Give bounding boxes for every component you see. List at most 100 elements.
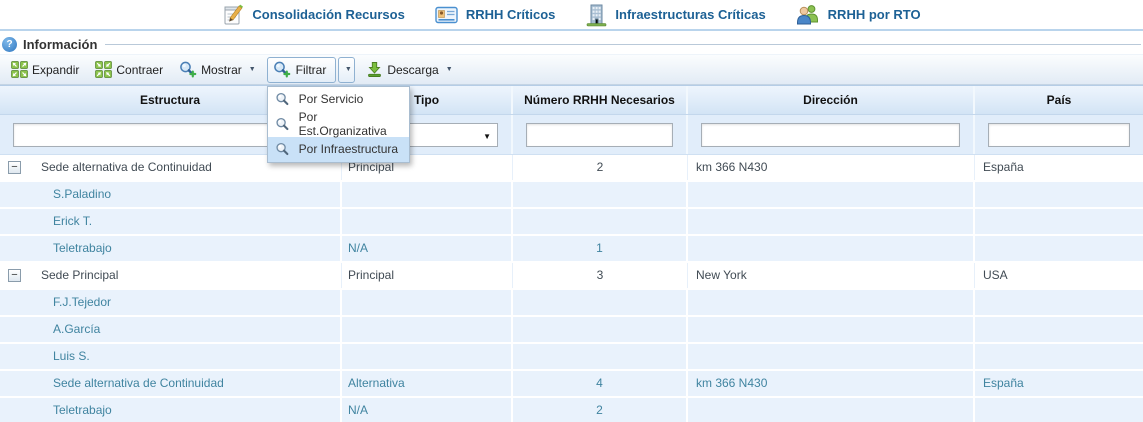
cell-direccion: New York (688, 263, 975, 288)
cell-pais (975, 398, 1143, 422)
magnifier-icon (275, 92, 290, 107)
select-arrow-icon: ▼ (483, 132, 491, 141)
column-header-pais[interactable]: País (975, 86, 1143, 114)
filter-dropdown-menu: Por Servicio Por Est.Organizativa (267, 86, 410, 163)
collapse-icon (95, 61, 112, 78)
download-button[interactable]: Descarga ▼ (361, 57, 457, 83)
table-row[interactable]: Teletrabajo N/A 2 (0, 398, 1143, 422)
id-card-icon (435, 5, 458, 25)
expand-label: Expandir (32, 63, 79, 77)
filter-input-pais[interactable] (988, 123, 1130, 147)
cell-estructura: F.J.Tejedor (53, 290, 111, 315)
help-icon[interactable]: ? (2, 37, 17, 52)
cell-estructura: Sede alternativa de Continuidad (41, 155, 212, 180)
nav-rrhh-por-rto[interactable]: RRHH por RTO (796, 4, 921, 25)
cell-estructura: S.Paladino (53, 182, 111, 207)
cell-direccion: km 366 N430 (688, 371, 975, 396)
show-button[interactable]: Mostrar ▼ (174, 57, 261, 83)
cell-tipo (342, 290, 513, 315)
cell-numero: 2 (513, 155, 688, 180)
collapse-button[interactable]: Contraer (90, 57, 168, 83)
cell-estructura: A.García (53, 317, 100, 342)
cell-tipo: N/A (342, 236, 513, 261)
grid-toolbar: Expandir Contraer (0, 54, 1143, 85)
table-row[interactable]: Luis S. (0, 344, 1143, 371)
filter-label: Filtrar (296, 63, 327, 77)
cell-direccion (688, 317, 975, 342)
cell-pais: USA (975, 263, 1143, 288)
cell-pais: España (975, 155, 1143, 180)
filter-input-direccion[interactable] (701, 123, 960, 147)
column-header-direccion[interactable]: Dirección (688, 86, 975, 114)
menu-item-label: Por Est.Organizativa (299, 110, 409, 138)
cell-estructura: Erick T. (53, 209, 92, 234)
filter-dropdown-arrow: ▼ (345, 66, 352, 73)
cell-direccion (688, 344, 975, 369)
cell-pais (975, 182, 1143, 207)
data-grid: Estructura Tipo Número RRHH Necesarios D… (0, 85, 1143, 422)
nav-label: RRHH por RTO (828, 7, 921, 22)
filter-dropdown-arrow-button[interactable]: ▼ (338, 57, 355, 83)
nav-label: RRHH Críticos (466, 7, 556, 22)
cell-tipo (342, 317, 513, 342)
nav-infraestructuras-criticas[interactable]: Infraestructuras Críticas (585, 3, 765, 27)
magnifier-icon (275, 142, 290, 157)
table-row[interactable]: Erick T. (0, 209, 1143, 236)
people-icon (796, 4, 820, 25)
cell-direccion (688, 236, 975, 261)
cell-numero (513, 344, 688, 369)
magnifier-icon (275, 117, 290, 132)
table-row[interactable]: F.J.Tejedor (0, 290, 1143, 317)
magnifier-plus-icon (179, 61, 197, 78)
cell-estructura: Luis S. (53, 344, 90, 369)
table-row[interactable]: −Sede Principal Principal 3 New York USA (0, 263, 1143, 290)
filter-button[interactable]: Filtrar (267, 57, 337, 83)
cell-pais (975, 236, 1143, 261)
nav-consolidacion-recursos[interactable]: Consolidación Recursos (222, 3, 404, 27)
cell-numero: 2 (513, 398, 688, 422)
download-icon (366, 61, 383, 78)
nav-label: Consolidación Recursos (252, 7, 404, 22)
app-window: Consolidación Recursos RRHH Críticos (0, 0, 1143, 422)
collapse-toggle-icon[interactable]: − (8, 161, 21, 174)
menu-item-label: Por Servicio (299, 92, 364, 106)
nav-label: Infraestructuras Críticas (615, 7, 765, 22)
nav-rrhh-criticos[interactable]: RRHH Críticos (435, 5, 556, 25)
download-dropdown-arrow[interactable]: ▼ (446, 66, 453, 73)
cell-estructura: Sede Principal (41, 263, 118, 288)
legend-rule (105, 44, 1141, 45)
table-row[interactable]: Teletrabajo N/A 1 (0, 236, 1143, 263)
cell-direccion (688, 209, 975, 234)
table-row[interactable]: S.Paladino (0, 182, 1143, 209)
menu-item-por-servicio[interactable]: Por Servicio (268, 87, 409, 112)
menu-item-por-infraestructura[interactable]: Por Infraestructura (268, 137, 409, 162)
filter-splitbutton: Filtrar ▼ Por Servicio (267, 57, 356, 83)
magnifier-plus-icon (273, 61, 291, 78)
cell-direccion (688, 290, 975, 315)
cell-numero (513, 317, 688, 342)
column-header-numero-rrhh[interactable]: Número RRHH Necesarios (513, 86, 688, 114)
table-row[interactable]: Sede alternativa de Continuidad Alternat… (0, 371, 1143, 398)
cell-tipo (342, 209, 513, 234)
cell-pais (975, 290, 1143, 315)
cell-estructura: Sede alternativa de Continuidad (53, 371, 224, 396)
cell-numero: 1 (513, 236, 688, 261)
cell-numero: 3 (513, 263, 688, 288)
cell-estructura: Teletrabajo (53, 236, 112, 261)
show-label: Mostrar (201, 63, 242, 77)
notepad-pencil-icon (222, 3, 244, 27)
section-title: Información (23, 37, 97, 52)
cell-numero (513, 182, 688, 207)
collapse-toggle-icon[interactable]: − (8, 269, 21, 282)
cell-numero (513, 290, 688, 315)
show-dropdown-arrow[interactable]: ▼ (249, 66, 256, 73)
filter-input-numero[interactable] (526, 123, 673, 147)
table-row[interactable]: A.García (0, 317, 1143, 344)
cell-pais: España (975, 371, 1143, 396)
table-row[interactable]: −Sede alternativa de Continuidad Princip… (0, 155, 1143, 182)
expand-button[interactable]: Expandir (6, 57, 84, 83)
cell-direccion (688, 182, 975, 207)
top-toolbar: Consolidación Recursos RRHH Críticos (0, 0, 1143, 31)
menu-item-por-est-organizativa[interactable]: Por Est.Organizativa (268, 112, 409, 137)
menu-item-label: Por Infraestructura (299, 142, 398, 156)
